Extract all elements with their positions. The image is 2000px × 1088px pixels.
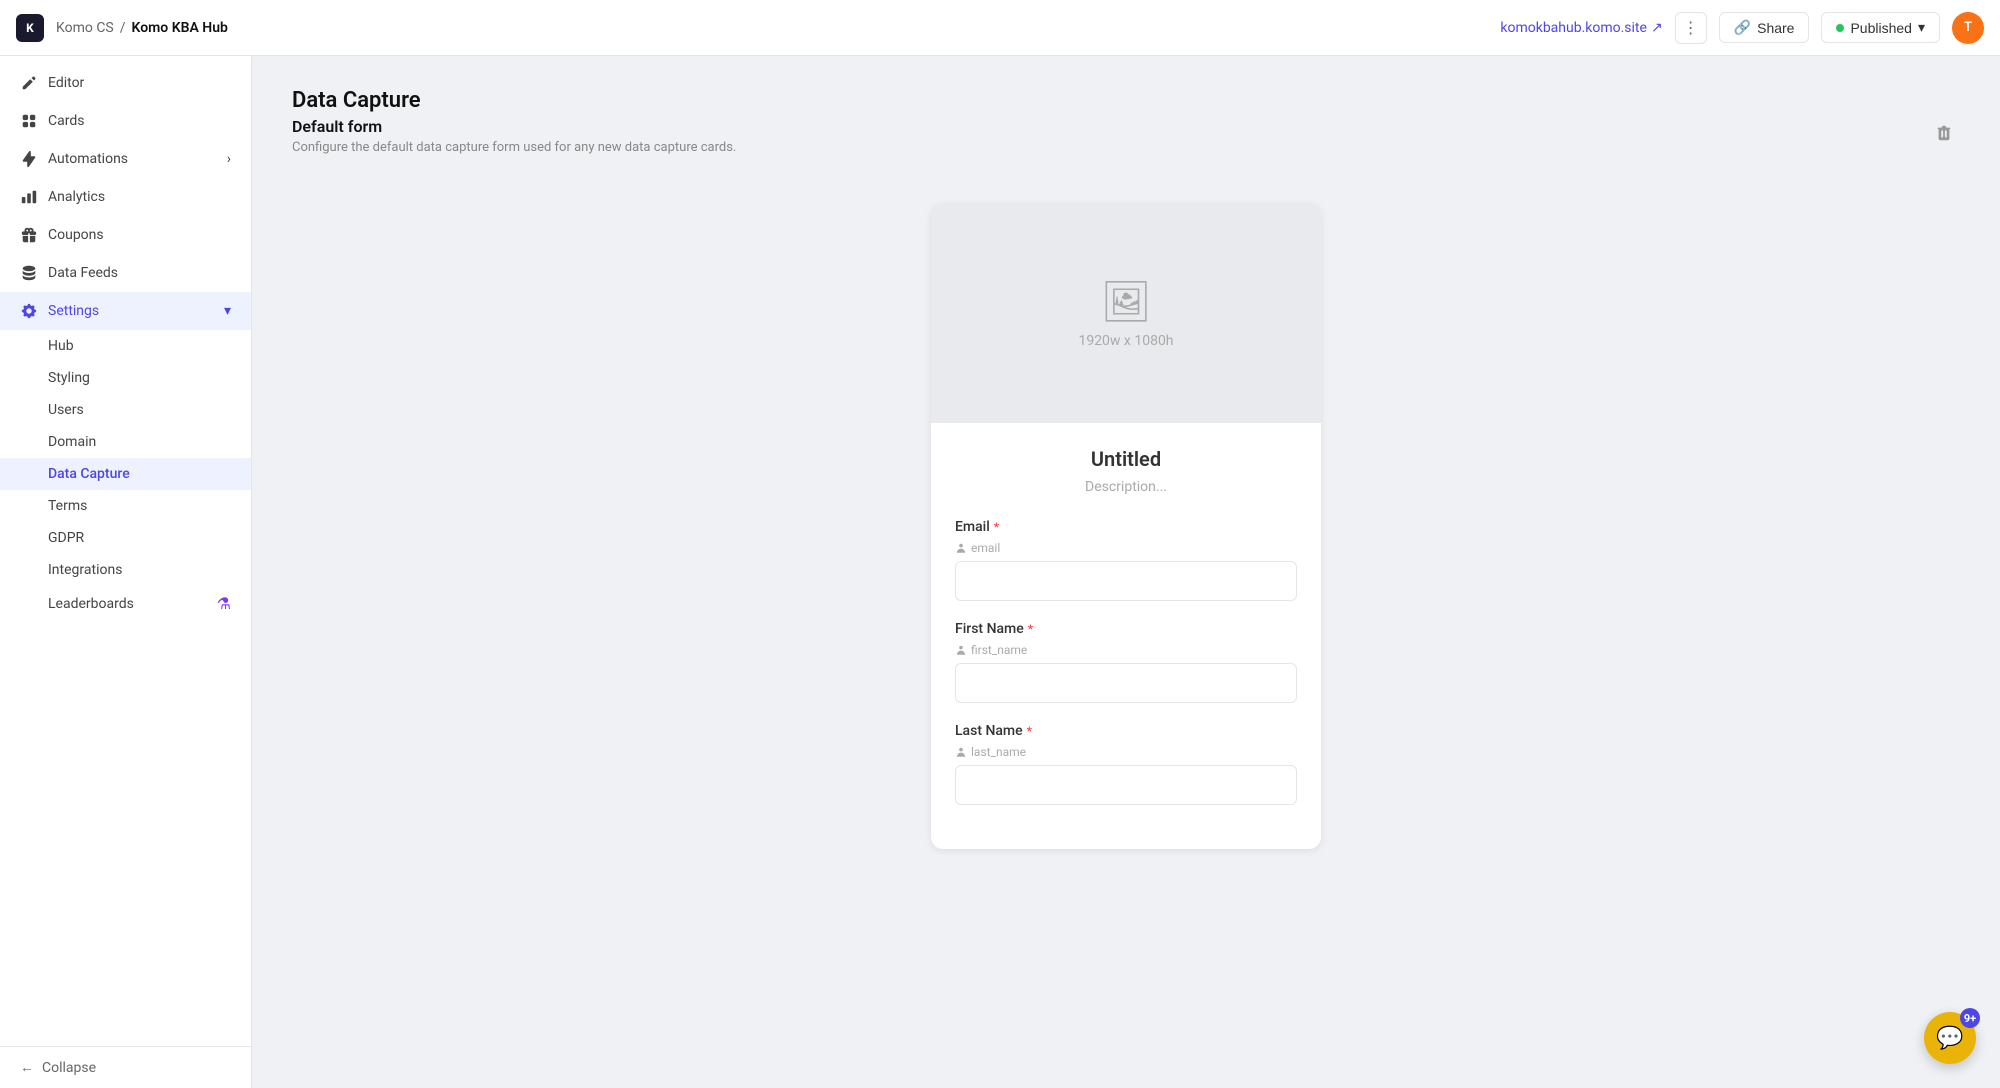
settings-submenu: Hub Styling Users Domain Data Capture Te… <box>0 330 251 621</box>
sidebar-subitem-integrations[interactable]: Integrations <box>0 554 251 586</box>
beta-icon: ⚗ <box>217 594 231 613</box>
layout: Editor Cards Automations › Analytics <box>0 56 2000 1088</box>
section-title: Default form <box>292 117 736 136</box>
first-name-input[interactable] <box>955 663 1297 703</box>
sidebar-item-analytics[interactable]: Analytics <box>0 178 251 216</box>
last-name-field-hint: last_name <box>955 745 1297 759</box>
person-icon <box>955 746 967 758</box>
first-name-field-label: First Name * <box>955 621 1297 637</box>
last-name-field-label: Last Name * <box>955 723 1297 739</box>
sidebar-item-automations[interactable]: Automations › <box>0 140 251 178</box>
breadcrumb-current: Komo KBA Hub <box>132 20 228 36</box>
sidebar-item-editor-label: Editor <box>48 75 84 91</box>
page-title: Data Capture <box>292 88 1960 113</box>
chat-count-badge: 9+ <box>1960 1008 1980 1028</box>
breadcrumb-separator: / <box>120 20 126 36</box>
sidebar-subitem-terms[interactable]: Terms <box>0 490 251 522</box>
site-link[interactable]: komokbahub.komo.site ↗ <box>1500 20 1662 36</box>
last-name-field-group: Last Name * last_name <box>955 723 1297 805</box>
breadcrumb-parent: Komo CS <box>56 20 114 36</box>
collapse-button[interactable]: ← Collapse <box>20 1059 231 1076</box>
sidebar-item-coupons[interactable]: Coupons <box>0 216 251 254</box>
person-icon <box>955 644 967 656</box>
email-required-star: * <box>994 520 999 534</box>
share-icon: 🔗 <box>1734 19 1751 36</box>
person-icon <box>955 542 967 554</box>
analytics-icon <box>20 188 38 206</box>
chevron-right-icon: › <box>227 151 231 167</box>
collapse-icon: ← <box>20 1059 34 1076</box>
sidebar-item-settings[interactable]: Settings ▾ <box>0 292 251 330</box>
sidebar-subitem-hub[interactable]: Hub <box>0 330 251 362</box>
avatar[interactable]: T <box>1952 12 1984 44</box>
sidebar-item-data-feeds[interactable]: Data Feeds <box>0 254 251 292</box>
content-area: Data Capture Default form Configure the … <box>252 56 2000 881</box>
form-image-placeholder[interactable]: 🖼 1920w x 1080h <box>931 203 1321 423</box>
sidebar-item-cards[interactable]: Cards <box>0 102 251 140</box>
settings-icon <box>20 302 38 320</box>
coupons-icon <box>20 226 38 244</box>
form-description: Description... <box>955 479 1297 495</box>
external-link-icon: ↗ <box>1651 20 1663 36</box>
section-desc: Configure the default data capture form … <box>292 140 736 155</box>
form-preview-card: 🖼 1920w x 1080h Untitled Description... … <box>931 203 1321 849</box>
form-title: Untitled <box>955 447 1297 471</box>
sidebar-subitem-users[interactable]: Users <box>0 394 251 426</box>
sidebar-subitem-leaderboards[interactable]: Leaderboards ⚗ <box>0 586 251 621</box>
editor-icon <box>20 74 38 92</box>
sidebar-subitem-data-capture[interactable]: Data Capture <box>0 458 251 490</box>
sidebar-item-analytics-label: Analytics <box>48 189 105 205</box>
chat-button[interactable]: 💬 9+ <box>1924 1012 1976 1064</box>
section-header: Default form Configure the default data … <box>292 117 1960 179</box>
sidebar-item-coupons-label: Coupons <box>48 227 104 243</box>
published-status-dot <box>1836 24 1844 32</box>
image-size-label: 1920w x 1080h <box>1078 333 1173 349</box>
chevron-down-icon: ▾ <box>224 303 231 319</box>
data-feeds-icon <box>20 264 38 282</box>
email-field-label: Email * <box>955 519 1297 535</box>
breadcrumb: Komo CS / Komo KBA Hub <box>56 20 228 36</box>
trash-icon <box>1935 124 1953 142</box>
sidebar-nav: Editor Cards Automations › Analytics <box>0 56 251 1046</box>
sidebar-item-settings-label: Settings <box>48 303 99 319</box>
more-options-button[interactable]: ⋮ <box>1675 12 1707 44</box>
image-add-icon: 🖼 <box>1101 278 1152 325</box>
delete-button[interactable] <box>1928 117 1960 149</box>
sidebar-bottom: ← Collapse <box>0 1046 251 1088</box>
first-name-field-group: First Name * first_name <box>955 621 1297 703</box>
section-info: Default form Configure the default data … <box>292 117 736 179</box>
topbar: K Komo CS / Komo KBA Hub komokbahub.komo… <box>0 0 2000 56</box>
email-field-hint: email <box>955 541 1297 555</box>
share-button[interactable]: 🔗 Share <box>1719 12 1810 43</box>
email-input[interactable] <box>955 561 1297 601</box>
sidebar-subitem-domain[interactable]: Domain <box>0 426 251 458</box>
email-field-group: Email * email <box>955 519 1297 601</box>
first-name-field-hint: first_name <box>955 643 1297 657</box>
last-name-required-star: * <box>1027 724 1032 738</box>
sidebar-item-data-feeds-label: Data Feeds <box>48 265 118 281</box>
sidebar-subitem-gdpr[interactable]: GDPR <box>0 522 251 554</box>
form-preview-body: Untitled Description... Email * email <box>931 423 1321 849</box>
chevron-down-icon: ▾ <box>1918 19 1925 36</box>
sidebar-subitem-styling[interactable]: Styling <box>0 362 251 394</box>
first-name-required-star: * <box>1028 622 1033 636</box>
sidebar-item-automations-label: Automations <box>48 151 128 167</box>
cards-icon <box>20 112 38 130</box>
chat-icon: 💬 <box>1936 1026 1963 1051</box>
published-button[interactable]: Published ▾ <box>1821 12 1940 43</box>
last-name-input[interactable] <box>955 765 1297 805</box>
sidebar-item-cards-label: Cards <box>48 113 84 129</box>
sidebar-item-editor[interactable]: Editor <box>0 64 251 102</box>
sidebar: Editor Cards Automations › Analytics <box>0 56 252 1088</box>
automations-icon <box>20 150 38 168</box>
app-logo: K <box>16 14 44 42</box>
main-content: Data Capture Default form Configure the … <box>252 56 2000 1088</box>
